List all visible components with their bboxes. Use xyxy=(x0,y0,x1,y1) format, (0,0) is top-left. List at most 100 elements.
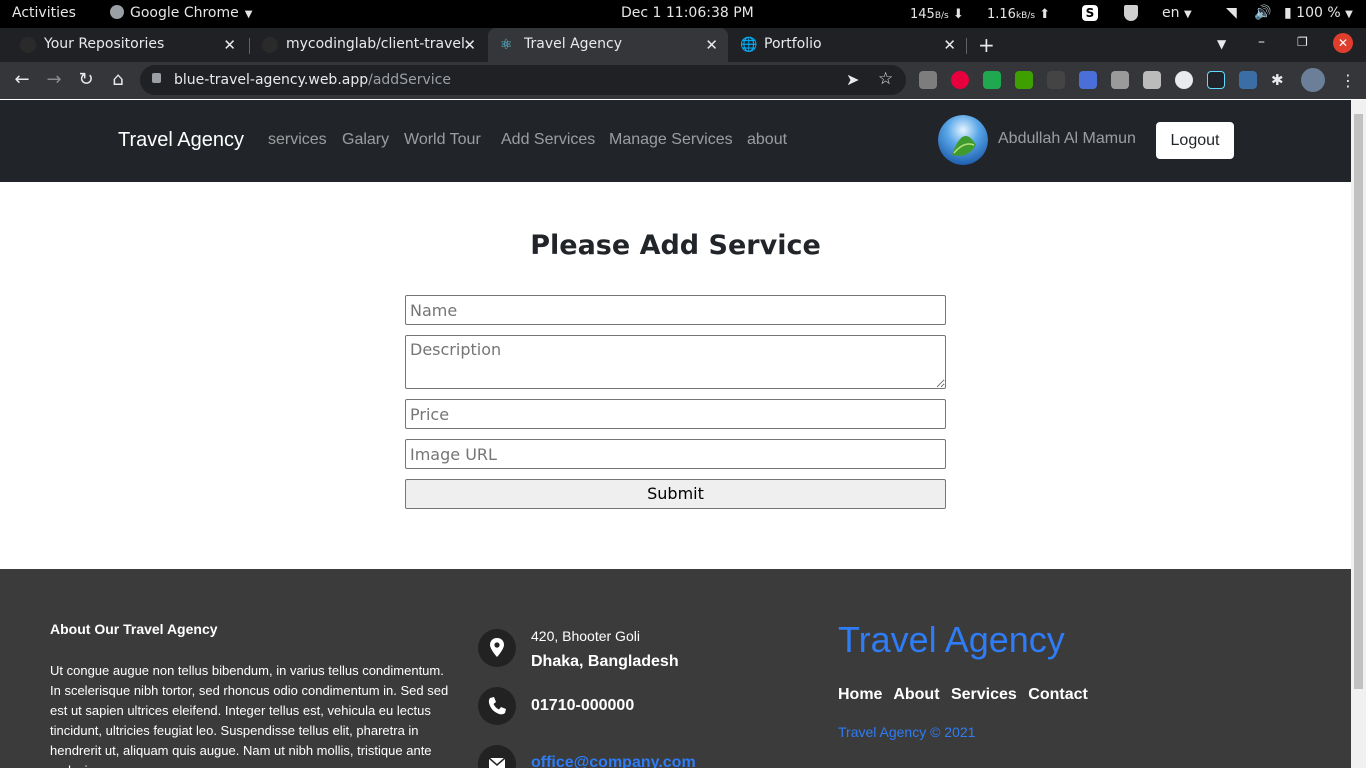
dropdown-arrow-icon: ▼ xyxy=(1345,9,1353,20)
new-tab-icon[interactable]: + xyxy=(978,33,995,57)
user-avatar xyxy=(938,115,988,165)
tab-title: Portfolio xyxy=(764,36,822,52)
restore-icon[interactable]: ❐ xyxy=(1297,35,1308,49)
nav-link-galary[interactable]: Galary xyxy=(342,131,389,149)
url-host: blue-travel-agency.web.app xyxy=(174,72,369,88)
url-text: blue-travel-agency.web.app/addService xyxy=(174,72,451,88)
battery-indicator[interactable]: ▮ 100 % ▼ xyxy=(1284,5,1353,21)
net-down-unit: B/s xyxy=(934,11,949,21)
nav-link-services[interactable]: services xyxy=(268,131,327,149)
reload-icon[interactable]: ↻ xyxy=(76,70,96,90)
site-brand[interactable]: Travel Agency xyxy=(118,129,244,152)
home-icon[interactable]: ⌂ xyxy=(108,70,128,90)
submit-button[interactable]: Submit xyxy=(405,479,946,509)
url-path: /addService xyxy=(368,72,451,88)
dictionary-extension-icon[interactable] xyxy=(1047,71,1065,89)
language-selector[interactable]: en ▼ xyxy=(1162,5,1192,21)
github-icon xyxy=(20,37,36,53)
battery-icon: ▮ xyxy=(1284,5,1292,21)
download-extension-icon[interactable] xyxy=(1015,71,1033,89)
nav-link-world-tour[interactable]: World Tour xyxy=(404,131,481,149)
app-name-label: Google Chrome xyxy=(130,5,239,21)
tab-title: mycodinglab/client-travel xyxy=(286,36,465,52)
skype-icon[interactable]: S xyxy=(1082,5,1098,21)
dropdown-arrow-icon: ▼ xyxy=(244,9,253,20)
footer-link-contact[interactable]: Contact xyxy=(1028,686,1088,703)
chrome-icon xyxy=(110,5,124,19)
close-window-icon[interactable]: ✕ xyxy=(1333,33,1353,53)
footer-brand[interactable]: Travel Agency xyxy=(838,619,1065,661)
profile-avatar-icon[interactable] xyxy=(1301,68,1325,92)
shield-extension-icon[interactable] xyxy=(983,71,1001,89)
close-icon[interactable]: ✕ xyxy=(463,36,476,54)
wifi-icon[interactable]: ◥ xyxy=(1226,5,1237,21)
footer-link-about[interactable]: About xyxy=(893,686,939,703)
envelope-icon xyxy=(488,757,506,768)
tab-your-repositories[interactable]: Your Repositories ✕ xyxy=(8,28,246,62)
footer-links: Home About Services Contact xyxy=(838,686,1095,704)
tab-separator xyxy=(966,38,967,54)
volume-icon[interactable]: 🔊 xyxy=(1254,5,1271,21)
close-icon[interactable]: ✕ xyxy=(705,36,718,54)
location-icon xyxy=(478,629,516,667)
scrollbar-thumb[interactable] xyxy=(1354,114,1363,689)
site-navbar: Travel Agency services Galary World Tour… xyxy=(0,100,1351,182)
about-text: Ut congue augue non tellus bibendum, in … xyxy=(50,663,449,768)
address-line1: 420, Bhooter Goli xyxy=(531,628,640,644)
net-up-value: 1.16 xyxy=(987,7,1016,22)
page-scrollbar[interactable] xyxy=(1351,100,1366,768)
email-link[interactable]: office@company.com xyxy=(531,754,696,768)
arrow-down-icon: ⬇ xyxy=(952,7,964,22)
nav-link-add-services[interactable]: Add Services xyxy=(501,131,595,149)
tab-title: Travel Agency xyxy=(524,36,622,52)
tab-title: Your Repositories xyxy=(44,36,165,52)
close-icon[interactable]: ✕ xyxy=(223,36,236,54)
nav-link-about[interactable]: about xyxy=(747,131,787,149)
close-icon[interactable]: ✕ xyxy=(943,36,956,54)
circle-extension-icon[interactable] xyxy=(1175,71,1193,89)
puzzle-icon[interactable]: ✱ xyxy=(1271,71,1289,89)
adblock-icon[interactable] xyxy=(951,71,969,89)
dropdown-arrow-icon: ▼ xyxy=(1183,9,1192,20)
description-textarea[interactable] xyxy=(405,335,946,389)
clipboard-extension-icon[interactable] xyxy=(1143,71,1161,89)
extension-icon[interactable] xyxy=(1111,71,1129,89)
phone-handset-icon xyxy=(488,697,506,715)
send-icon[interactable]: ➤ xyxy=(846,70,859,89)
forward-icon[interactable]: → xyxy=(44,70,64,90)
lock-icon xyxy=(152,73,161,83)
name-input[interactable] xyxy=(405,295,946,325)
redux-extension-icon[interactable] xyxy=(1239,71,1257,89)
tab-portfolio[interactable]: 🌐 Portfolio ✕ xyxy=(728,28,966,62)
back-icon[interactable]: ← xyxy=(12,70,32,90)
avatar-image xyxy=(938,115,988,165)
minimize-icon[interactable]: – xyxy=(1258,34,1265,50)
price-input[interactable] xyxy=(405,399,946,429)
image-url-input[interactable] xyxy=(405,439,946,469)
mail-extension-icon[interactable] xyxy=(919,71,937,89)
tab-client-travel[interactable]: mycodinglab/client-travel ✕ xyxy=(250,28,486,62)
logout-button[interactable]: Logout xyxy=(1156,122,1234,159)
nav-link-manage-services[interactable]: Manage Services xyxy=(609,131,733,149)
app-menu[interactable]: Google Chrome ▼ xyxy=(110,5,252,21)
tab-search-icon[interactable]: ▼ xyxy=(1217,37,1226,51)
shield-icon[interactable] xyxy=(1124,5,1138,21)
net-down-value: 145 xyxy=(910,7,935,22)
address-line2: Dhaka, Bangladesh xyxy=(531,653,679,670)
github-icon xyxy=(262,37,278,53)
net-speed-up: 1.16kB/s ⬆ xyxy=(987,7,1050,22)
footer-link-services[interactable]: Services xyxy=(951,686,1017,703)
tab-travel-agency[interactable]: ⚛ Travel Agency ✕ xyxy=(488,28,728,62)
browser-toolbar: ← → ↻ ⌂ blue-travel-agency.web.app/addSe… xyxy=(0,62,1366,99)
translate-extension-icon[interactable] xyxy=(1079,71,1097,89)
bookmark-star-icon[interactable]: ☆ xyxy=(878,69,893,89)
site-footer: About Our Travel Agency Ut congue augue … xyxy=(0,569,1351,768)
web-page: Travel Agency services Galary World Tour… xyxy=(0,100,1351,768)
menu-icon[interactable]: ⋮ xyxy=(1340,71,1356,90)
react-devtools-icon[interactable] xyxy=(1207,71,1225,89)
footer-link-home[interactable]: Home xyxy=(838,686,882,703)
clock[interactable]: Dec 1 11:06:38 PM xyxy=(621,5,754,21)
address-bar[interactable]: blue-travel-agency.web.app/addService ➤ … xyxy=(140,65,906,95)
about-title: About Our Travel Agency xyxy=(50,621,218,637)
activities-button[interactable]: Activities xyxy=(12,5,76,21)
